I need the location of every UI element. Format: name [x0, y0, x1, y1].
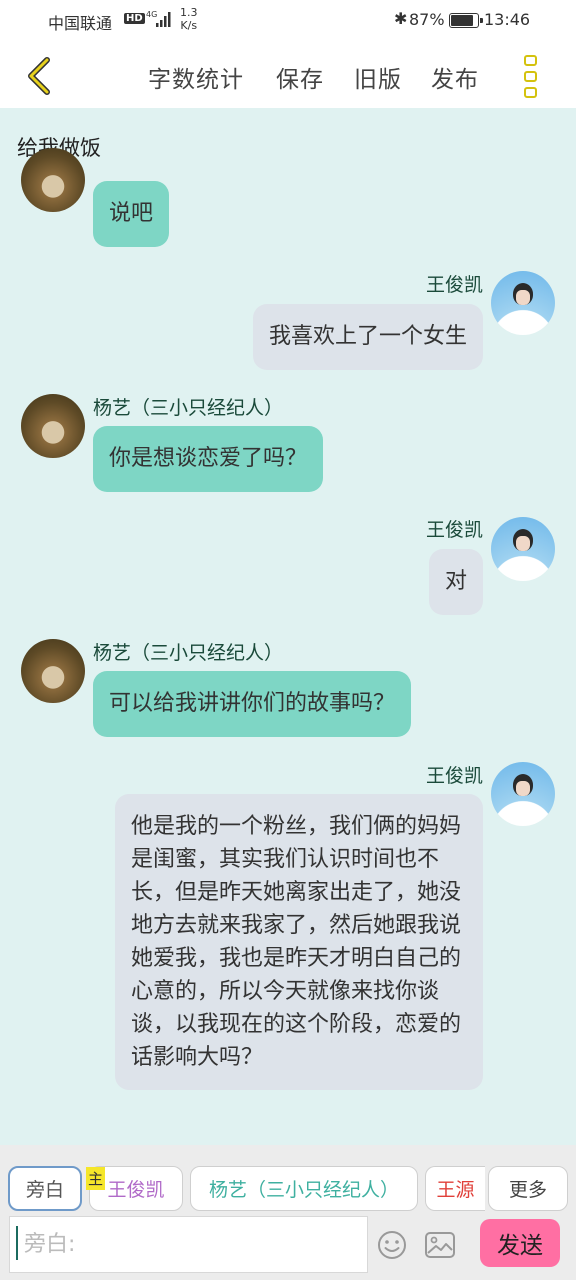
avatar[interactable] [491, 271, 555, 335]
old-version-button[interactable]: 旧版 [354, 60, 402, 94]
chevron-left-icon [28, 57, 50, 95]
avatar[interactable] [21, 639, 85, 703]
more-vertical-icon[interactable] [520, 54, 542, 100]
avatar[interactable] [491, 762, 555, 826]
status-bar: 中国联通 HD 4G 1.3 K/s ✱ 87% 13:46 [0, 0, 576, 44]
more-roles-button[interactable]: 更多 [488, 1166, 568, 1211]
chat-bubble[interactable]: 说吧 [93, 181, 170, 247]
avatar[interactable] [21, 148, 85, 212]
avatar[interactable] [491, 517, 555, 581]
battery-icon [449, 13, 483, 28]
role-label: 王俊凯 [107, 1179, 165, 1201]
toolbar: 字数统计 保存 旧版 发布 [0, 44, 576, 108]
chat-bubble[interactable]: 可以给我讲讲你们的故事吗？ [93, 671, 412, 737]
signal-icon: 4G [146, 10, 171, 27]
speaker-name: 王俊凯 [425, 765, 483, 787]
role-chip-yangyi[interactable]: 杨艺（三小只经纪人） [190, 1166, 418, 1211]
hd-badge: HD [124, 13, 145, 24]
network-speed: 1.3 K/s [180, 6, 198, 32]
role-label: 王源 [436, 1179, 475, 1201]
chat-bubble[interactable]: 我喜欢上了一个女生 [252, 304, 483, 370]
clock: 13:46 [484, 10, 531, 29]
chat-bubble[interactable]: 对 [428, 549, 483, 615]
battery-percent: 87% [409, 10, 445, 29]
host-badge: 主 [86, 1167, 105, 1190]
role-label: 杨艺（三小只经纪人） [208, 1179, 399, 1201]
role-chip-narrator[interactable]: 旁白 [8, 1166, 82, 1211]
chat-bubble[interactable]: 他是我的一个粉丝，我们俩的妈妈是闺蜜，其实我们认识时间也不长，但是昨天她离家出走… [115, 794, 483, 1090]
send-button[interactable]: 发送 [480, 1219, 560, 1267]
image-icon[interactable] [424, 1231, 456, 1259]
word-count-button[interactable]: 字数统计 [148, 60, 244, 94]
emoji-icon[interactable] [376, 1229, 408, 1261]
chat-bubble[interactable]: 你是想谈恋爱了吗？ [93, 426, 324, 492]
network-type: 4G [146, 10, 157, 19]
publish-button[interactable]: 发布 [431, 60, 479, 94]
back-button[interactable] [18, 54, 58, 98]
speaker-name: 杨艺（三小只经纪人） [93, 397, 284, 419]
input-bar: 发送 [0, 1213, 576, 1280]
speaker-name: 杨艺（三小只经纪人） [93, 642, 284, 664]
role-chip-wangyuan[interactable]: 王源 [425, 1166, 485, 1211]
avatar[interactable] [21, 394, 85, 458]
save-button[interactable]: 保存 [276, 60, 324, 94]
battery-fill [451, 15, 474, 26]
bluetooth-icon: ✱ [394, 9, 408, 28]
message-input[interactable] [9, 1216, 368, 1273]
speaker-name: 王俊凯 [425, 274, 483, 296]
speed-value: 1.3 [180, 6, 198, 19]
speed-unit: K/s [180, 19, 198, 32]
chat-area[interactable]: 给我做饭 说吧 王俊凯 我喜欢上了一个女生 杨艺（三小只经纪人） 你是想谈恋爱了… [0, 108, 576, 1145]
speaker-name: 王俊凯 [425, 519, 483, 541]
carrier-name: 中国联通 [48, 14, 113, 33]
text-caret [16, 1226, 18, 1260]
